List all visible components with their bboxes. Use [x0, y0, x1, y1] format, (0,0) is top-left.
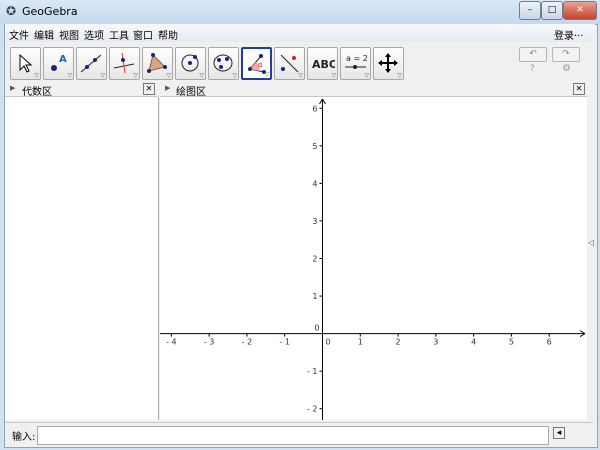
slider-tool-button[interactable]: a = 2 ▽ — [340, 47, 371, 80]
text-tool-label: ABC — [312, 58, 335, 71]
menu-view[interactable]: 视图 — [59, 27, 79, 42]
graphics-view[interactable]: - 4 - 3 - 2 - 1 0 1 2 3 4 5 6 0 - 2 - 1 1 2 3 4 5 6 — [160, 97, 587, 420]
y-tick-label: 5 — [312, 142, 317, 151]
coordinate-axes: - 4 - 3 - 2 - 1 0 1 2 3 4 5 6 0 - 2 - 1 1 2 3 4 5 6 — [160, 98, 586, 420]
angle-tool-button[interactable]: α ▽ — [241, 47, 272, 80]
move-graphics-view-tool-button[interactable]: ▽ — [373, 47, 404, 80]
perpendicular-line-tool-button[interactable]: ▽ — [109, 47, 140, 80]
x-tick-label: 6 — [547, 338, 552, 347]
title-bar — [0, 0, 600, 24]
login-link[interactable]: 登录··· — [554, 27, 584, 42]
text-tool-button[interactable]: ABC ▽ — [307, 47, 338, 80]
y-tick-label: 6 — [312, 104, 317, 113]
menu-tools[interactable]: 工具 — [109, 27, 129, 42]
slider-tool-label: a = 2 — [346, 54, 368, 63]
minimize-button[interactable]: – — [519, 1, 541, 20]
svg-text:α: α — [258, 61, 263, 69]
svg-text:A: A — [59, 54, 67, 65]
x-tick-label: 4 — [471, 338, 476, 347]
help-button[interactable]: ? — [530, 64, 535, 74]
graphics-panel-header — [160, 82, 587, 97]
x-tick-label: - 2 — [242, 338, 253, 347]
x-tick-label: 2 — [396, 338, 401, 347]
graphics-collapse-triangle-icon[interactable]: ▶ — [165, 84, 170, 92]
undo-button[interactable]: ↶ — [519, 47, 547, 62]
menu-help[interactable]: 帮助 — [158, 27, 178, 42]
algebra-panel-title: 代数区 — [22, 87, 52, 98]
y-tick-label: 2 — [312, 255, 317, 264]
algebra-view[interactable] — [5, 97, 159, 420]
input-help-icon[interactable]: ◂ — [553, 427, 565, 439]
conic-tool-button[interactable]: ▽ — [208, 47, 239, 80]
menu-file[interactable]: 文件 — [9, 27, 29, 42]
algebra-close-button[interactable]: ✕ — [143, 83, 155, 95]
x-tick-label: 0 — [325, 338, 330, 347]
x-tick-label: - 1 — [279, 338, 290, 347]
y-tick-label: - 1 — [307, 367, 318, 376]
graphics-close-button[interactable]: ✕ — [573, 83, 585, 95]
input-label: 输入: — [12, 432, 36, 443]
x-tick-label: 3 — [433, 338, 438, 347]
graphics-panel-title: 绘图区 — [176, 87, 206, 98]
y-tick-label: 1 — [312, 292, 317, 301]
window-title: GeoGebra — [22, 5, 78, 18]
redo-button[interactable]: ↷ — [552, 47, 580, 62]
reflect-tool-button[interactable]: ▽ — [274, 47, 305, 80]
close-button[interactable]: ✕ — [563, 1, 597, 20]
input-bar: 输入: ◂ — [5, 422, 593, 445]
settings-gear-icon[interactable]: ⚙ — [562, 63, 571, 74]
menu-window[interactable]: 窗口 — [133, 27, 153, 42]
circle-tool-button[interactable]: ▽ — [175, 47, 206, 80]
line-tool-button[interactable]: ▽ — [76, 47, 107, 80]
x-tick-label: 5 — [509, 338, 514, 347]
geogebra-logo-icon: ✪ — [6, 4, 17, 18]
y-tick-label: - 2 — [307, 405, 318, 414]
move-tool-button[interactable]: ▽ — [10, 47, 41, 80]
x-tick-label: - 3 — [204, 338, 215, 347]
y-tick-label: 4 — [312, 179, 317, 188]
menu-edit[interactable]: 编辑 — [34, 27, 54, 42]
maximize-button[interactable]: □ — [541, 1, 563, 20]
polygon-tool-button[interactable]: ▽ — [142, 47, 173, 80]
x-tick-label: - 4 — [166, 338, 177, 347]
x-tick-label: 1 — [358, 338, 363, 347]
point-tool-button[interactable]: A ▽ — [43, 47, 74, 80]
algebra-collapse-triangle-icon[interactable]: ▶ — [10, 84, 15, 92]
side-panel-toggle-icon[interactable]: ◁ — [588, 238, 594, 247]
y-tick-label: 3 — [312, 217, 317, 226]
origin-label: 0 — [314, 324, 319, 333]
menu-options[interactable]: 选项 — [84, 27, 104, 42]
input-field[interactable] — [37, 426, 549, 445]
